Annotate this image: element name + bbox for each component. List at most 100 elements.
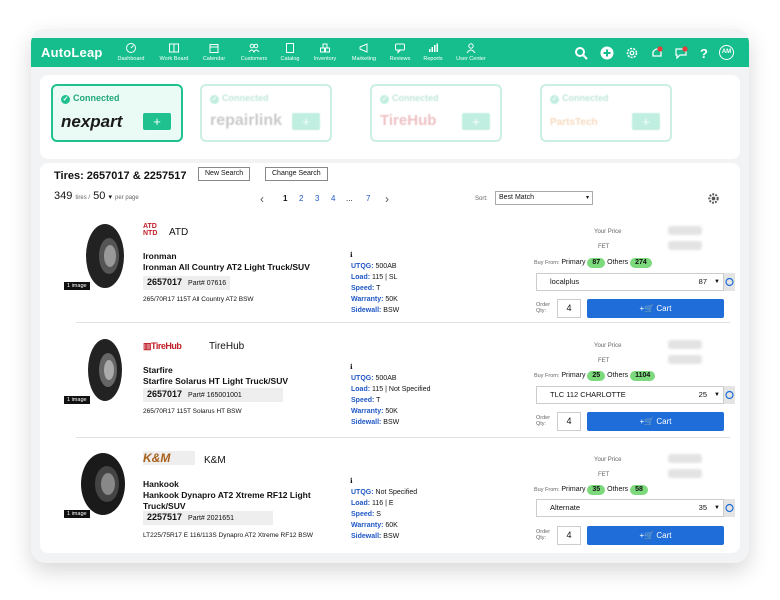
your-price-label: Your Price [594,343,622,349]
price-blurred [668,469,702,478]
change-search-button[interactable]: Change Search [265,167,328,181]
nav-dashboard[interactable]: Dashboard [109,42,153,62]
primary-stock-pill[interactable]: 35 [587,485,606,495]
product-row: 1 image ▥TireHub TireHub Starfire Starfir… [64,334,735,450]
sort-select[interactable]: Best Match ▾ [495,191,593,205]
nav-label: User Center [456,56,486,62]
supplier-select[interactable]: Alternate 35 ▼ [536,499,724,517]
price-blurred [668,355,702,364]
page-link[interactable]: 3 [315,194,319,203]
chevron-down-icon: ▼ [714,505,720,511]
add-to-cart-button[interactable]: +🛒 Cart [587,412,724,431]
chevron-down-icon: ▼ [714,392,720,398]
part-number-box: 2257517 Part# 2021651 [143,511,273,525]
nav-label: Calendar [202,56,226,62]
chevron-down-icon: ▼ [714,279,720,285]
add-button[interactable]: + [632,113,660,130]
connector-card-tirehub[interactable]: ✓ Connected TireHub + [370,84,502,142]
quantity-input[interactable]: 4 [557,526,581,545]
tire-image[interactable]: 1 image [64,336,130,404]
tire-specs: UTQG: Not Specified Load: 116 | E Speed:… [351,489,418,540]
add-to-cart-button[interactable]: +🛒 Cart [587,526,724,545]
add-button[interactable]: + [462,113,490,130]
connector-card-repairlink[interactable]: ✓ Connected repairlink + [200,84,332,142]
others-stock-pill[interactable]: 58 [630,485,648,495]
help-icon[interactable]: ? [697,46,711,60]
per-page-select[interactable]: 50 [93,190,105,202]
chevron-down-icon[interactable]: ▾ [108,194,112,201]
refresh-icon[interactable] [724,273,735,291]
tire-specs: UTQG: 500AB Load: 115 | Not Specified Sp… [351,375,431,426]
search-icon[interactable] [574,46,588,60]
new-search-button[interactable]: New Search [198,167,251,181]
page-link[interactable]: 2 [299,194,303,203]
prev-page-icon[interactable]: ‹ [260,192,264,206]
distributor-logo: ▥TireHub [143,341,182,351]
tire-image[interactable]: 1 image [64,222,130,290]
refresh-icon[interactable] [724,386,735,404]
nav-calendar[interactable]: Calendar [192,42,236,62]
distributor-logo: ATD NTD [143,223,158,237]
supplier-select[interactable]: TLC 112 CHARLOTTE 25 ▼ [536,386,724,404]
next-page-icon[interactable]: › [385,192,389,206]
refresh-icon[interactable] [724,499,735,517]
connector-card-partstech[interactable]: ✓ Connected PartsTech + [540,84,672,142]
info-icon[interactable]: ℹ [350,251,353,259]
workboard-icon [169,43,179,53]
tire-size: LT225/75R17 E 116/113S Dynapro AT2 Xtrem… [143,532,314,539]
connector-card-nexpart[interactable]: ✓ Connected nexpart + [51,84,183,142]
brand-logo[interactable]: AutoLeap [41,45,103,60]
reviews-icon [395,43,405,54]
info-icon[interactable]: ℹ [350,477,353,485]
bell-icon[interactable] [650,46,664,60]
nav-label: Dashboard [117,56,145,62]
nav-work-board[interactable]: Work Board [152,42,196,62]
check-icon: ✓ [380,95,389,104]
quantity-input[interactable]: 4 [557,299,581,318]
primary-stock-pill[interactable]: 87 [587,258,606,268]
add-button[interactable]: + [292,113,320,130]
others-stock-pill[interactable]: 1104 [630,371,656,381]
customers-icon [248,43,260,54]
price-blurred [668,340,702,349]
result-count: 349 tires / 50 ▾ per page [54,190,139,202]
gear-icon[interactable] [625,46,639,60]
nav-label: Customers [240,56,268,62]
order-qty-label: Order Qty: [536,302,551,314]
part-number-box: 2657017 Part# 07616 [143,276,231,290]
nav-label: Catalog [280,56,300,62]
quantity-input[interactable]: 4 [557,412,581,431]
avatar[interactable]: AM [719,45,734,60]
others-stock-pill[interactable]: 274 [630,258,652,268]
nav-inventory[interactable]: Inventory [303,42,347,62]
chat-icon[interactable] [674,46,688,60]
check-icon: ✓ [210,95,219,104]
distributor-name: K&M [204,455,226,466]
catalog-icon [286,43,294,53]
your-price-label: Your Price [594,457,622,463]
distributor-name: TireHub [209,341,245,352]
page-link[interactable]: 4 [331,194,335,203]
buy-from: Buy From: Primary 35 Others 58 [534,485,648,495]
dashboard-icon [126,43,136,53]
connectors-panel: ✓ Connected nexpart + ✓ Connected repairli… [40,75,740,159]
settings-gear-icon[interactable] [707,192,720,205]
nav-user-center[interactable]: User Center [449,42,493,62]
add-button[interactable]: + [143,113,171,130]
supplier-select[interactable]: localplus 87 ▼ [536,273,724,291]
repairlink-logo: repairlink [210,112,283,129]
page-link[interactable]: 7 [366,194,370,203]
tire-image[interactable]: 1 image [64,450,130,518]
row-divider [76,437,730,438]
connected-label: ✓ Connected [550,93,609,104]
info-icon[interactable]: ℹ [350,363,353,371]
order-qty-label: Order Qty: [536,529,551,541]
user-center-icon [466,43,476,54]
svg-text:?: ? [700,46,708,60]
your-price-label: Your Price [594,229,622,235]
add-to-cart-button[interactable]: +🛒 Cart [587,299,724,318]
plus-circle-icon[interactable] [600,46,614,60]
primary-stock-pill[interactable]: 25 [587,371,606,381]
page-link[interactable]: 1 [283,194,287,203]
product-name: Ironman Ironman All Country AT2 Light Tru… [143,251,310,272]
